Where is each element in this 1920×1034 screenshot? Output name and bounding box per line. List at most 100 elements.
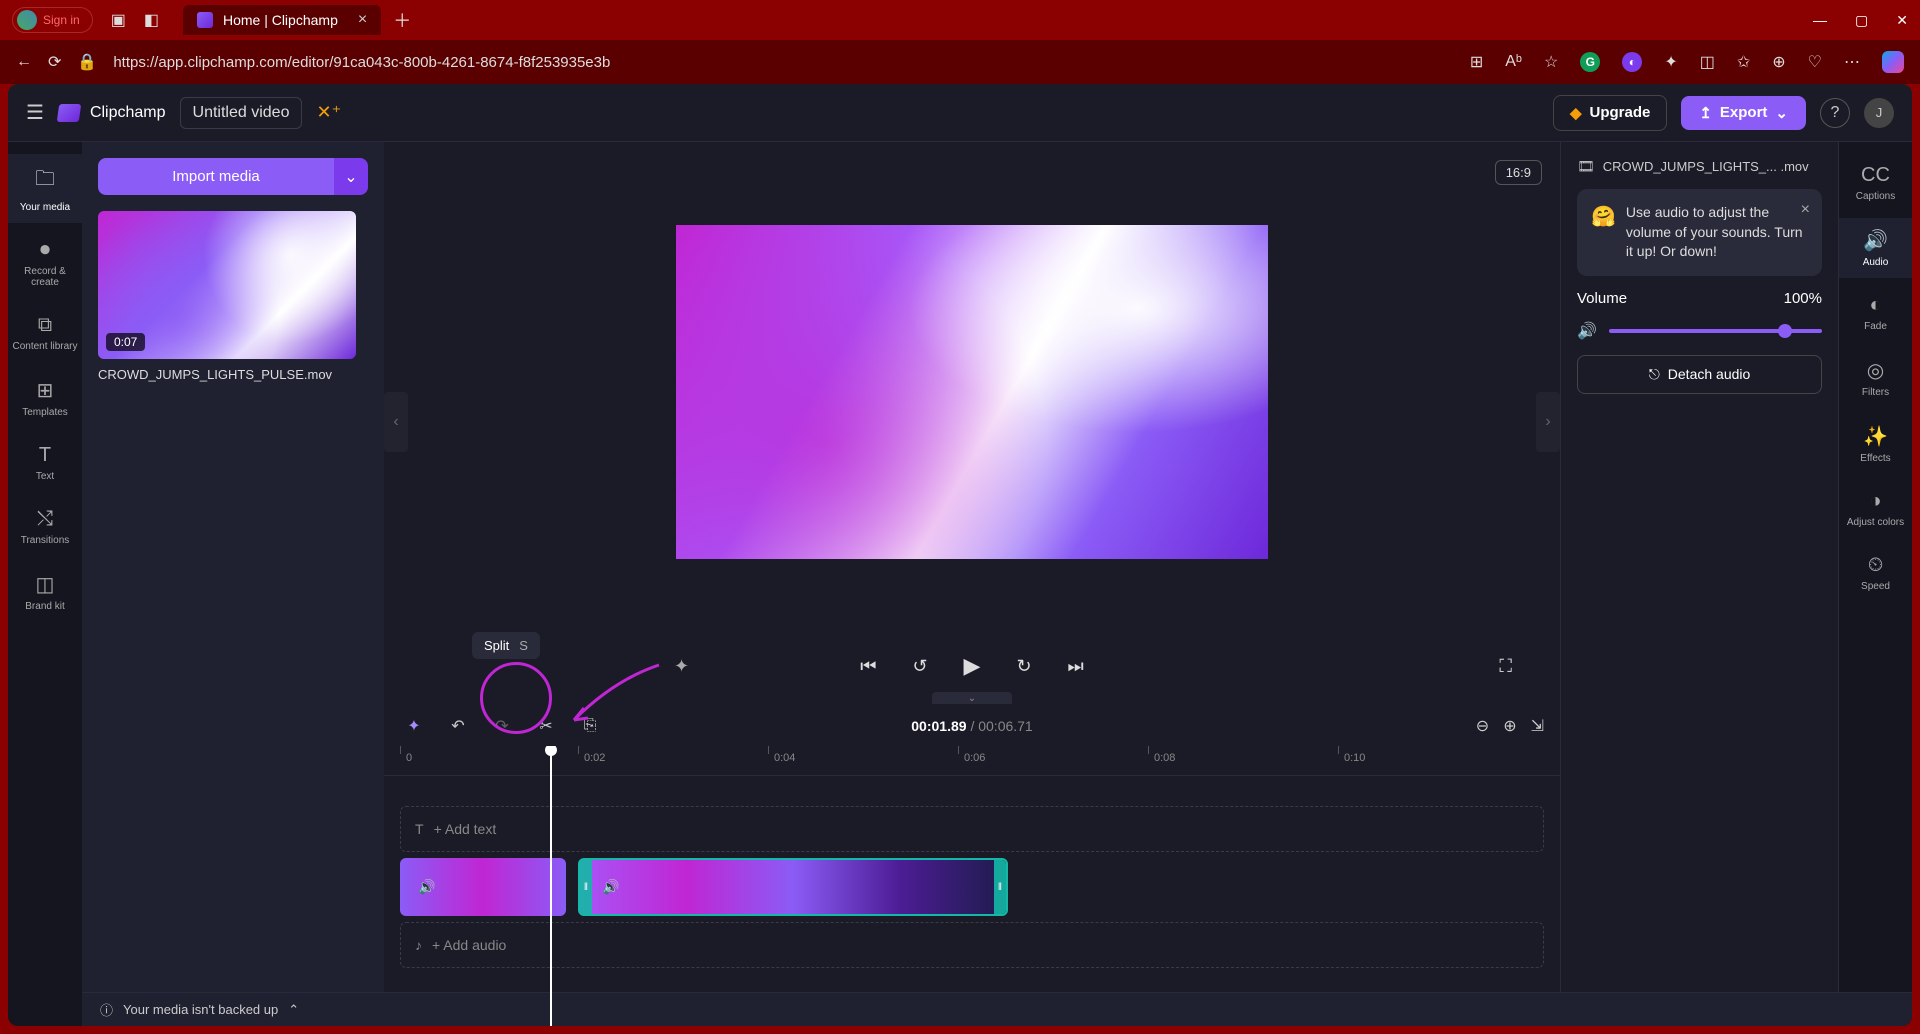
refresh-icon[interactable]: ⟳ (48, 52, 61, 72)
speaker-icon: 🔊 (418, 879, 435, 896)
volume-slider[interactable] (1609, 329, 1822, 333)
address-bar: ← ⟳ 🔒 https://app.clipchamp.com/editor/9… (0, 40, 1920, 84)
skip-end-icon[interactable]: ⏭ (1068, 656, 1084, 677)
ai-tool-icon[interactable]: ✦ (400, 712, 428, 740)
rail-captions[interactable]: CCCaptions (1839, 154, 1912, 212)
timeline-ruler[interactable]: 0 0:02 0:04 0:06 0:08 0:10 (384, 746, 1560, 776)
close-tab-icon[interactable]: × (358, 11, 367, 29)
import-dropdown[interactable]: ⌄ (334, 158, 368, 195)
user-avatar[interactable]: J (1864, 98, 1894, 128)
ruler-tick: 0:06 (964, 752, 985, 764)
minimize-icon[interactable]: — (1813, 12, 1827, 29)
browser-essentials-icon[interactable]: ♡ (1808, 52, 1822, 72)
app-available-icon[interactable]: ⊞ (1470, 52, 1483, 72)
import-label: Import media (98, 158, 334, 195)
rail-record[interactable]: ⏺Record & create (8, 229, 82, 298)
split-screen-icon[interactable]: ◫ (1700, 52, 1715, 72)
clipchamp-favicon-icon (197, 12, 213, 28)
clipchamp-app: ☰ Clipchamp Untitled video ✕⁺ ◆ Upgrade … (8, 84, 1912, 1026)
export-button[interactable]: ↥ Export ⌄ (1681, 96, 1806, 130)
favorite-star-icon[interactable]: ☆ (1544, 52, 1558, 72)
stage-next-icon[interactable]: › (1536, 392, 1560, 452)
video-preview[interactable] (676, 225, 1268, 559)
rail-content-library[interactable]: ⧉Content library (8, 304, 82, 362)
back-icon[interactable]: ← (16, 53, 32, 71)
rail-audio[interactable]: 🔊Audio (1839, 218, 1912, 278)
timeline[interactable]: 0 0:02 0:04 0:06 0:08 0:10 T + Add text … (384, 746, 1560, 1026)
rail-templates[interactable]: ⊞Templates (8, 368, 82, 428)
new-tab-button[interactable]: ＋ (393, 7, 411, 33)
skip-start-icon[interactable]: ⏮ (860, 656, 876, 677)
help-button[interactable]: ? (1820, 98, 1850, 128)
favorites-icon[interactable]: ✩ (1737, 52, 1750, 72)
read-aloud-icon[interactable]: Aᵇ (1505, 53, 1522, 71)
rail-label: Fade (1864, 321, 1887, 332)
more-icon[interactable]: ⋯ (1844, 52, 1860, 72)
audio-track[interactable]: ♪ + Add audio (400, 922, 1544, 968)
tooltip-label: Split (484, 638, 509, 653)
collections-icon[interactable]: ⊕ (1772, 52, 1785, 72)
rail-effects[interactable]: ✨Effects (1839, 414, 1912, 474)
zoom-out-icon[interactable]: ⊖ (1476, 716, 1489, 736)
backup-bar[interactable]: ⓘ Your media isn't backed up ⌃ (82, 992, 1912, 1026)
extensions-puzzle-icon[interactable]: ✦ (1664, 52, 1677, 72)
zoom-in-icon[interactable]: ⊕ (1503, 716, 1516, 736)
folder-icon: 🗀 (35, 164, 55, 198)
media-item[interactable]: 0:07 CROWD_JUMPS_LIGHTS_PULSE.mov (98, 211, 368, 382)
tab-actions-icon[interactable]: ◧ (144, 10, 159, 30)
rewind-icon[interactable]: ↺ (912, 656, 927, 677)
split-icon[interactable]: ✂ (532, 712, 560, 740)
text-track[interactable]: T + Add text (400, 806, 1544, 852)
link-off-icon[interactable]: ✕⁺ (316, 102, 341, 123)
brand[interactable]: Clipchamp (58, 104, 166, 122)
clip-handle-left[interactable]: ‖ (580, 860, 592, 914)
timeline-collapse-handle[interactable]: ⌄ (932, 692, 1012, 704)
project-title-input[interactable]: Untitled video (180, 97, 303, 129)
rail-label: Audio (1863, 257, 1889, 268)
signin-pill[interactable]: Sign in (12, 7, 93, 33)
detach-icon: ⎋ (1649, 366, 1660, 383)
clip-handle-right[interactable]: ‖ (994, 860, 1006, 914)
media-thumbnail: 0:07 (98, 211, 356, 359)
ai-sparkle-icon[interactable]: ✦ (674, 656, 689, 677)
close-window-icon[interactable]: ✕ (1896, 12, 1908, 29)
video-clip-2-selected[interactable]: ‖ 🔊 ‖ (578, 858, 1008, 916)
rail-speed[interactable]: ⏲Speed (1839, 544, 1912, 602)
ruler-tick: 0:04 (774, 752, 795, 764)
volume-row: Volume 100% (1577, 290, 1822, 307)
rail-brand-kit[interactable]: ◫Brand kit (8, 562, 82, 622)
fullscreen-icon[interactable]: ⛶ (1499, 656, 1512, 677)
stage-prev-icon[interactable]: ‹ (384, 392, 408, 452)
upgrade-button[interactable]: ◆ Upgrade (1553, 95, 1667, 131)
aspect-ratio-button[interactable]: 16:9 (1495, 160, 1542, 185)
workspaces-icon[interactable]: ▣ (111, 10, 126, 30)
forward-icon[interactable]: ↻ (1016, 656, 1031, 677)
video-clip-1[interactable]: 🔊 (400, 858, 566, 916)
rail-adjust-colors[interactable]: ◑Adjust colors (1839, 480, 1912, 538)
playhead[interactable] (550, 746, 552, 1026)
rail-filters[interactable]: ◎Filters (1839, 348, 1912, 408)
rail-transitions[interactable]: ⤭Transitions (8, 498, 82, 556)
redo-icon[interactable]: ↷ (488, 712, 516, 740)
speaker-icon[interactable]: 🔊 (1577, 321, 1597, 341)
copy-icon[interactable]: ⎘ (576, 712, 604, 740)
undo-icon[interactable]: ↶ (444, 712, 472, 740)
export-arrow-icon: ↥ (1699, 104, 1712, 122)
maximize-icon[interactable]: ▢ (1855, 12, 1868, 29)
zoom-fit-icon[interactable]: ⇲ (1531, 716, 1544, 736)
import-media-button[interactable]: Import media ⌄ (98, 158, 368, 195)
rail-your-media[interactable]: 🗀Your media (8, 154, 82, 223)
play-icon[interactable]: ▶ (964, 653, 981, 679)
browser-tab[interactable]: Home | Clipchamp × (183, 5, 381, 35)
hamburger-menu-icon[interactable]: ☰ (26, 100, 44, 125)
detach-audio-button[interactable]: ⎋ Detach audio (1577, 355, 1822, 394)
url-field[interactable]: https://app.clipchamp.com/editor/91ca043… (113, 54, 1454, 71)
close-tip-icon[interactable]: × (1801, 199, 1810, 221)
copilot-icon[interactable] (1882, 51, 1904, 73)
rail-text[interactable]: TText (8, 434, 82, 492)
grammarly-icon[interactable]: G (1580, 52, 1600, 72)
rail-fade[interactable]: ◐Fade (1839, 284, 1912, 342)
clip-name: CROWD_JUMPS_LIGHTS_... .mov (1603, 159, 1809, 174)
extension-icon[interactable]: ◐ (1622, 52, 1642, 72)
site-lock-icon[interactable]: 🔒 (77, 52, 97, 72)
